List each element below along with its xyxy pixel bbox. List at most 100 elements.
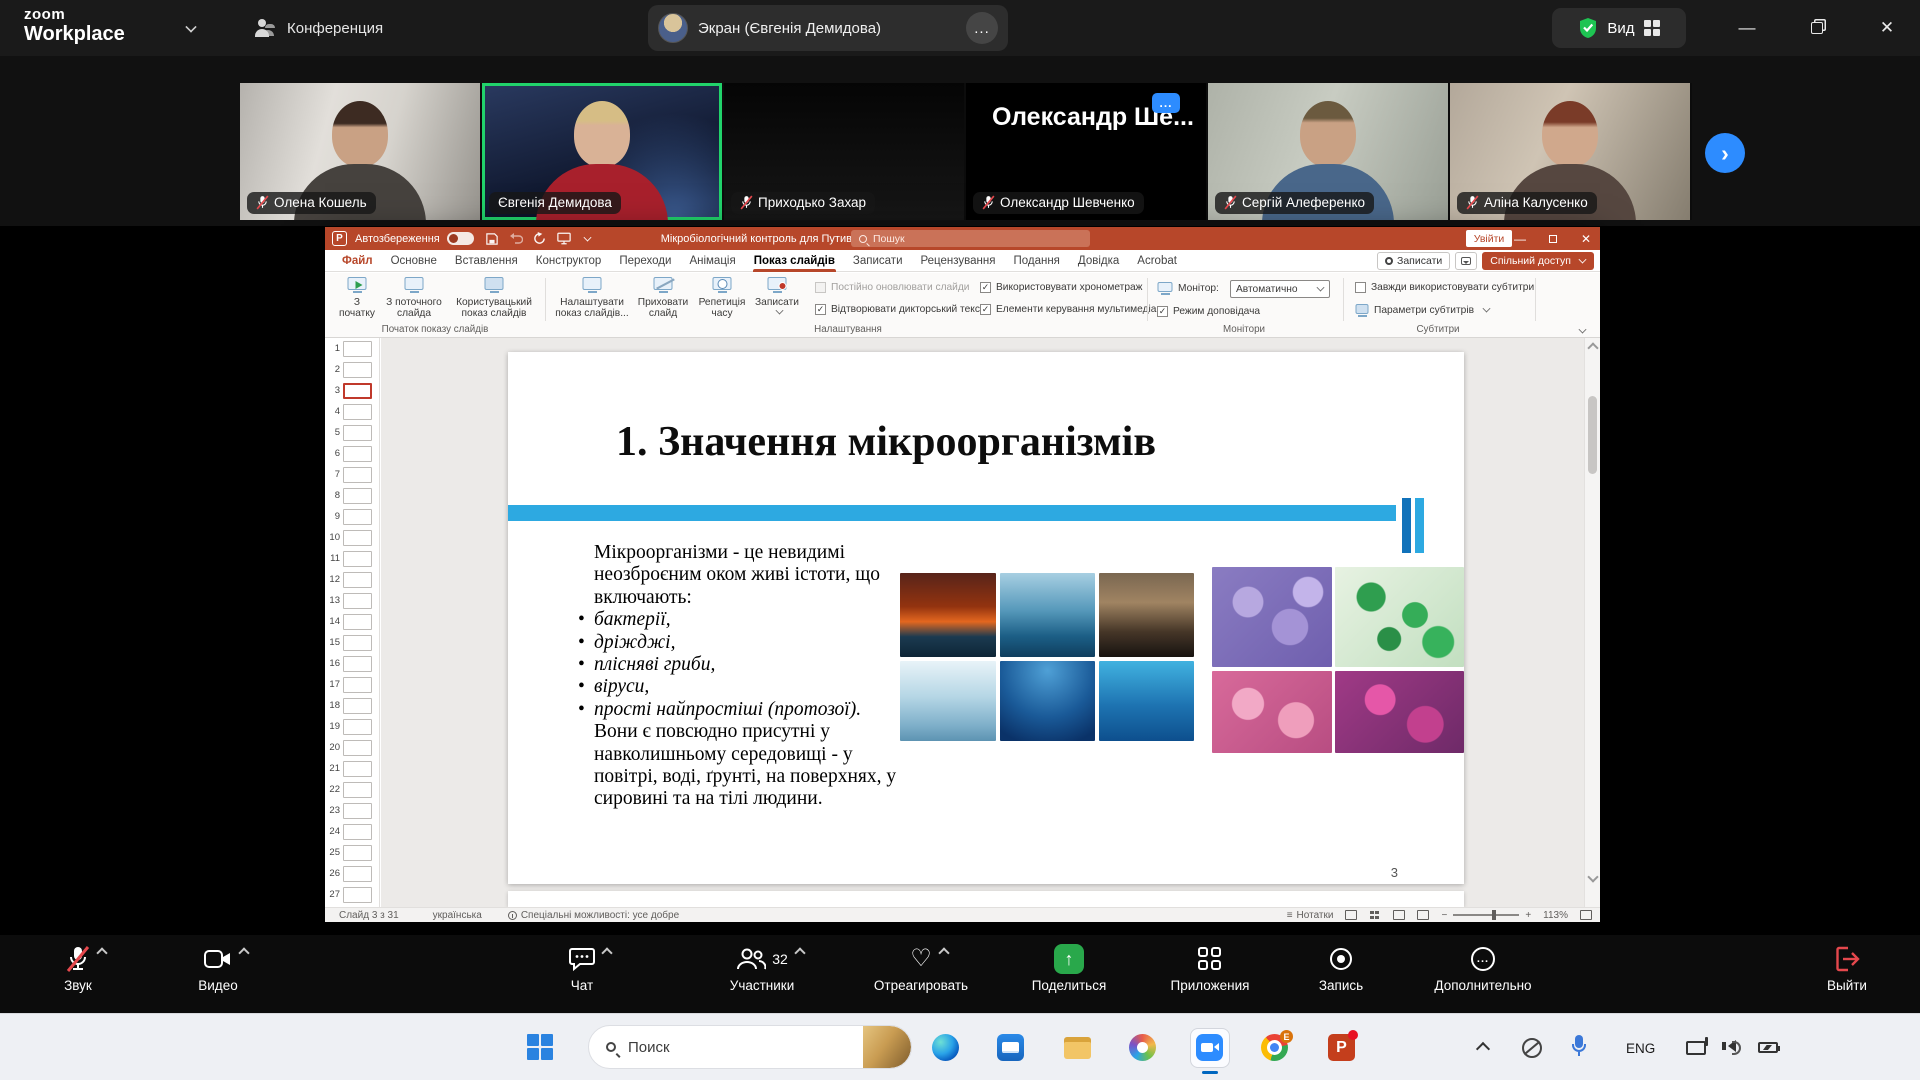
tab-design[interactable]: Конструктор [527,250,611,272]
present-icon[interactable] [556,231,572,246]
scrollbar-thumb[interactable] [1588,396,1597,474]
tab-insert[interactable]: Вставлення [446,250,527,272]
record-button[interactable]: Записати [1377,252,1450,270]
reading-view-icon[interactable] [1393,910,1405,920]
from-start-button[interactable]: З початку [335,277,379,320]
slide-thumbnail-12[interactable]: 12 [325,569,379,590]
video-tile-4[interactable]: Олександр Ше... ... Олександр Шевченко [966,83,1208,220]
ppt-close-button[interactable]: ✕ [1571,227,1601,250]
video-tile-5[interactable]: Сергій Алеференко [1208,83,1450,220]
tab-acrobat[interactable]: Acrobat [1128,250,1186,272]
tray-mic-icon[interactable] [1572,1035,1586,1056]
current-slide[interactable]: 1. Значення мікроорганізмів Мікроорганіз… [508,352,1464,884]
react-options-chevron[interactable] [938,947,949,958]
window-restore-button[interactable] [1802,14,1832,42]
participants-options-chevron[interactable] [794,947,805,958]
slide-thumbnail-20[interactable]: 20 [325,737,379,758]
tile-more-button[interactable]: ... [1152,93,1180,113]
tab-review[interactable]: Рецензування [912,250,1005,272]
collapse-ribbon-icon[interactable] [1579,326,1587,334]
more-button[interactable]: ... Дополнительно [1418,943,1548,993]
slide-thumbnail-6[interactable]: 6 [325,443,379,464]
checkbox-keep-slides-updated[interactable]: Постійно оновлювати слайди [815,282,970,293]
tab-home[interactable]: Основне [382,250,446,272]
zoom-app-icon[interactable] [1196,1034,1223,1061]
cast-display-icon[interactable] [1686,1041,1706,1055]
checkbox-presenter-view[interactable]: Режим доповідача [1157,306,1260,317]
slide-thumbnail-8[interactable]: 8 [325,485,379,506]
tab-meeting[interactable]: Конференция [255,12,383,44]
slide-thumbnail-18[interactable]: 18 [325,695,379,716]
slide-sorter-icon[interactable] [1369,910,1381,920]
slide-thumbnail-4[interactable]: 4 [325,401,379,422]
quick-access-chevron-icon[interactable] [583,233,591,241]
slide-thumbnail-24[interactable]: 24 [325,821,379,842]
from-current-slide-button[interactable]: З поточного слайда [383,277,445,320]
slide-thumbnail-17[interactable]: 17 [325,674,379,695]
window-minimize-button[interactable]: — [1732,14,1762,42]
slide-thumbnail-19[interactable]: 19 [325,716,379,737]
subtitle-settings-button[interactable]: Параметри субтитрів [1355,304,1490,316]
record-meeting-button[interactable]: Запись [1276,943,1406,993]
tab-screen-share[interactable]: Экран (Євгенія Демидова) ... [648,5,1008,51]
tab-record[interactable]: Записати [844,250,912,272]
scroll-up-icon[interactable] [1587,342,1598,353]
share-screen-button[interactable]: ↑ Поделиться [1004,943,1134,993]
chat-options-chevron[interactable] [601,947,612,958]
hide-slide-button[interactable]: Приховати слайд [635,277,691,320]
speaker-icon[interactable] [1722,1040,1736,1052]
tab-animations[interactable]: Анімація [680,250,744,272]
language-indicator[interactable]: ENG [1626,1041,1655,1056]
undo-icon[interactable] [508,231,524,246]
zoom-slider[interactable]: −+ [1441,910,1531,921]
checkbox-always-subtitles[interactable]: Завжди використовувати субтитри [1355,282,1534,293]
audio-options-chevron[interactable] [96,947,107,958]
edge-icon[interactable] [932,1034,959,1061]
camera-blocked-icon[interactable] [1522,1038,1542,1058]
slide-thumbnail-26[interactable]: 26 [325,863,379,884]
vertical-scrollbar[interactable] [1584,338,1600,907]
notes-button[interactable]: ≡ Нотатки [1287,910,1334,921]
slide-thumbnail-11[interactable]: 11 [325,548,379,569]
leave-button[interactable]: Выйти [1782,943,1912,993]
save-icon[interactable] [484,231,500,246]
checkbox-play-narrations[interactable]: Відтворювати дикторський текст [815,304,985,315]
video-button[interactable]: Видео [153,943,283,993]
share-button[interactable]: Спільний доступ [1482,252,1594,270]
view-button[interactable]: Вид [1552,8,1686,48]
slide-thumbnail-15[interactable]: 15 [325,632,379,653]
chat-button[interactable]: Чат [517,943,647,993]
mail-icon[interactable] [997,1034,1024,1061]
checkbox-use-timings[interactable]: Використовувати хронометраж [980,282,1142,293]
redo-icon[interactable] [532,231,548,246]
search-highlight-image[interactable] [863,1026,911,1068]
language-status[interactable]: українська [433,910,482,921]
slide-thumbnail-7[interactable]: 7 [325,464,379,485]
slide-thumbnail-5[interactable]: 5 [325,422,379,443]
tab-help[interactable]: Довідка [1069,250,1128,272]
autosave-toggle[interactable] [447,232,474,245]
slide-thumbnail-14[interactable]: 14 [325,611,379,632]
video-options-chevron[interactable] [238,947,249,958]
audio-button[interactable]: Звук [13,943,143,993]
ppt-minimize-button[interactable]: — [1505,227,1535,250]
rehearse-timings-button[interactable]: Репетиція часу [695,277,749,320]
slide-thumbnail-10[interactable]: 10 [325,527,379,548]
slide-thumbnail-9[interactable]: 9 [325,506,379,527]
next-participants-button[interactable]: › [1705,133,1745,173]
slide-thumbnail-22[interactable]: 22 [325,779,379,800]
slide-thumbnail-1[interactable]: 1 [325,338,379,359]
taskbar-search[interactable]: Поиск [588,1025,912,1069]
slide-thumbnail-16[interactable]: 16 [325,653,379,674]
slide-thumbnail-2[interactable]: 2 [325,359,379,380]
participants-button[interactable]: 32 Участники [682,943,842,993]
slide-thumbnail-25[interactable]: 25 [325,842,379,863]
scroll-down-icon[interactable] [1587,871,1598,882]
tab-slideshow-active[interactable]: Показ слайдів [745,250,844,272]
comments-button[interactable] [1455,252,1477,270]
battery-icon[interactable] [1758,1042,1778,1053]
monitor-dropdown[interactable]: Автоматично [1230,280,1330,298]
ppt-search-box[interactable]: Пошук [851,230,1090,247]
file-explorer-icon[interactable] [1064,1034,1091,1061]
accessibility-status[interactable]: Спеціальні можливості: усе добре [508,910,679,921]
